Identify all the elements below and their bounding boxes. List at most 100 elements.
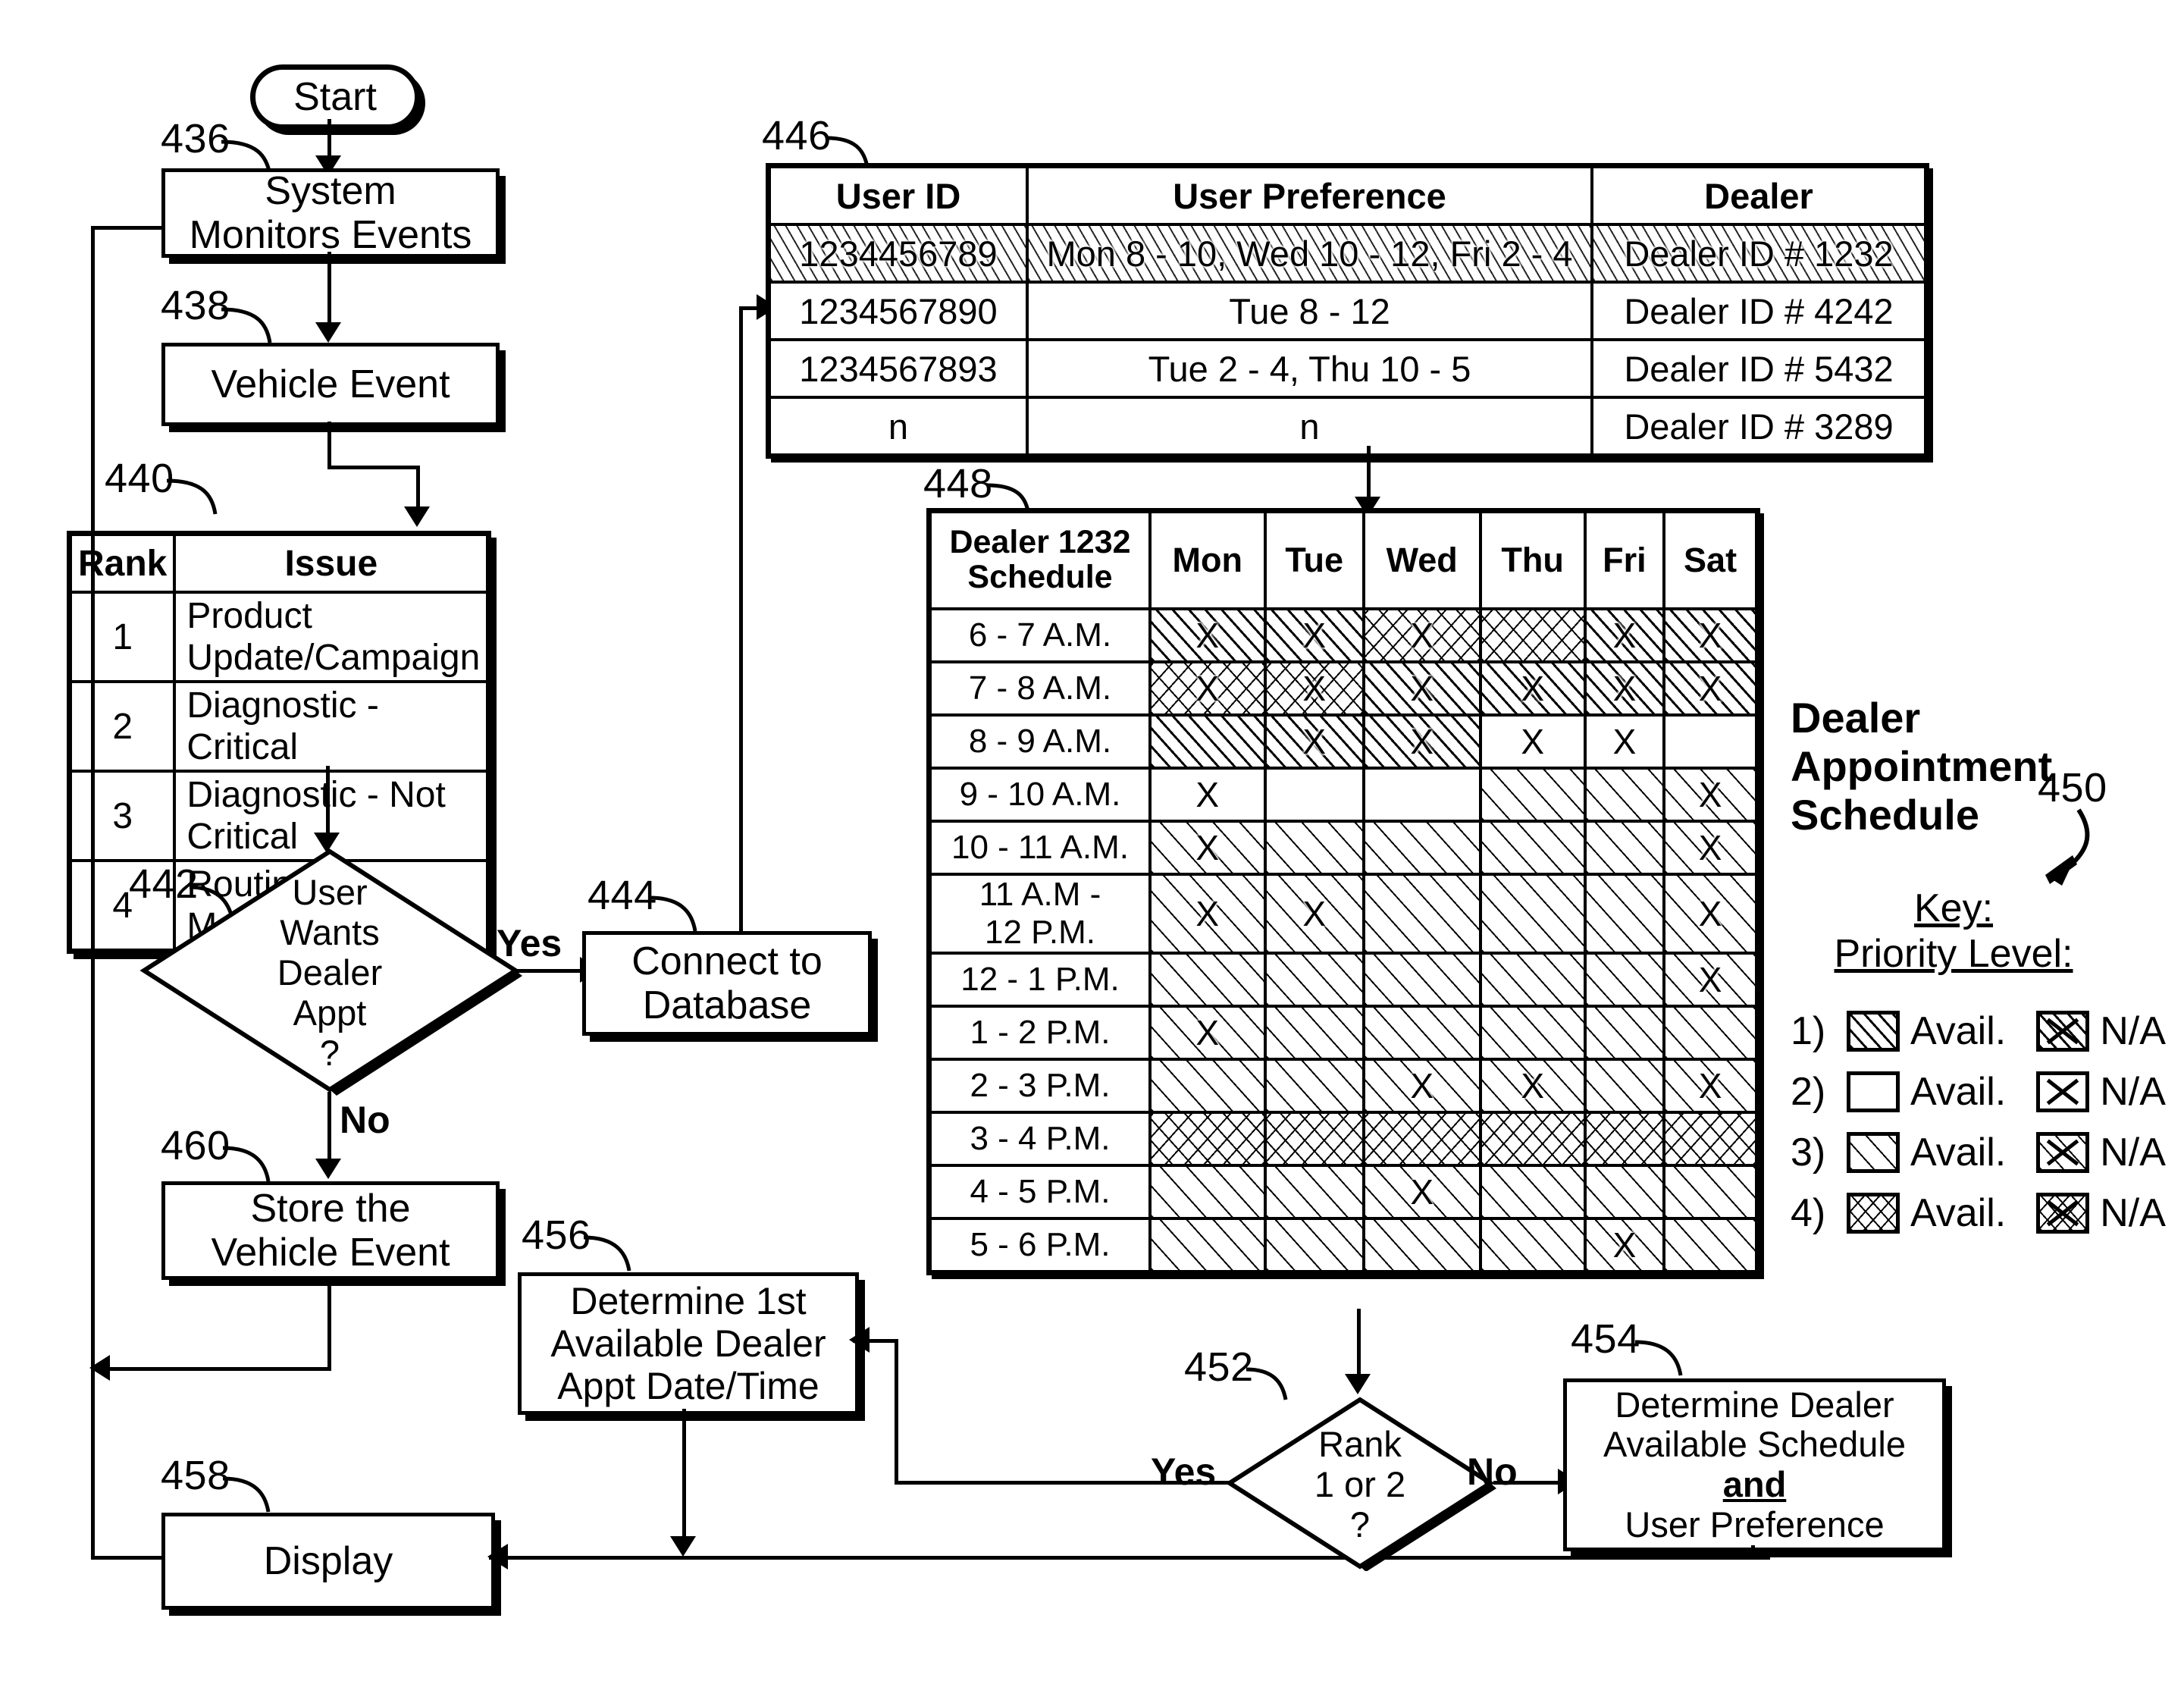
key-row-4-num: 4)	[1791, 1191, 1826, 1236]
key-title-line2: Appointment	[1791, 742, 2053, 790]
schedule-cell-mon-8[interactable]	[1148, 1058, 1267, 1114]
schedule-cell-wed-6[interactable]	[1361, 952, 1482, 1008]
schedule-cell-tue-10[interactable]	[1263, 1164, 1365, 1220]
table-row: 1234567893 Tue 2 - 4, Thu 10 - 5 Dealer …	[766, 338, 1929, 399]
schedule-cell-mon-7[interactable]: X	[1148, 1005, 1267, 1061]
node-determine-dealer-schedule-and-preference: Determine Dealer Available Schedule and …	[1563, 1378, 1946, 1551]
node-436-line2: Monitors Events	[189, 213, 472, 257]
schedule-cell-thu-3[interactable]	[1478, 767, 1587, 823]
schedule-cell-thu-5[interactable]	[1478, 873, 1587, 955]
schedule-cell-wed-8[interactable]: X	[1361, 1058, 1482, 1114]
node-determine-first-available-appt: Determine 1st Available Dealer Appt Date…	[518, 1272, 859, 1415]
schedule-cell-thu-10[interactable]	[1478, 1164, 1587, 1220]
schedule-cell-sat-4[interactable]: X	[1662, 820, 1759, 876]
schedule-cell-fri-9[interactable]	[1583, 1111, 1666, 1167]
schedule-cell-sat-5[interactable]: X	[1662, 873, 1759, 955]
schedule-cell-sat-11[interactable]	[1662, 1217, 1759, 1275]
schedule-cell-fri-7[interactable]	[1583, 1005, 1666, 1061]
ref-458: 458	[161, 1453, 230, 1498]
schedule-cell-tue-6[interactable]	[1263, 952, 1365, 1008]
schedule-cell-tue-7[interactable]	[1263, 1005, 1365, 1061]
schedule-cell-wed-0[interactable]: X	[1361, 607, 1482, 663]
schedule-cell-tue-1[interactable]: X	[1263, 660, 1365, 717]
schedule-cell-tue-8[interactable]	[1263, 1058, 1365, 1114]
unavailable-x-icon: X	[1302, 893, 1326, 933]
schedule-cell-thu-9[interactable]	[1478, 1111, 1587, 1167]
schedule-cell-wed-1[interactable]: X	[1361, 660, 1482, 717]
corner-line1: Dealer 1232	[949, 524, 1131, 561]
schedule-cell-tue-9[interactable]	[1263, 1111, 1365, 1167]
schedule-cell-sat-7[interactable]	[1662, 1005, 1759, 1061]
schedule-cell-fri-2[interactable]: X	[1583, 713, 1666, 770]
edge-label-yes-442: Yes	[497, 922, 562, 964]
swatch-avail-level-3	[1847, 1132, 1900, 1174]
schedule-time-label: 5 - 6 P.M.	[927, 1217, 1152, 1275]
schedule-cell-tue-0[interactable]: X	[1263, 607, 1365, 663]
schedule-cell-sat-10[interactable]	[1662, 1164, 1759, 1220]
schedule-cell-fri-11[interactable]: X	[1583, 1217, 1666, 1275]
user-id-cell: n	[766, 396, 1029, 458]
schedule-cell-mon-2[interactable]	[1148, 713, 1267, 770]
schedule-cell-mon-5[interactable]: X	[1148, 873, 1267, 955]
schedule-cell-tue-4[interactable]	[1263, 820, 1365, 876]
schedule-cell-sat-0[interactable]: X	[1662, 607, 1759, 663]
schedule-cell-sat-6[interactable]: X	[1662, 952, 1759, 1008]
schedule-cell-wed-9[interactable]	[1361, 1111, 1482, 1167]
schedule-cell-mon-10[interactable]	[1148, 1164, 1267, 1220]
schedule-cell-mon-9[interactable]	[1148, 1111, 1267, 1167]
leader-456	[583, 1235, 631, 1272]
schedule-cell-wed-4[interactable]	[1361, 820, 1482, 876]
schedule-cell-mon-11[interactable]	[1148, 1217, 1267, 1275]
schedule-cell-thu-7[interactable]	[1478, 1005, 1587, 1061]
decision-442-line3: Dealer	[277, 952, 383, 993]
schedule-cell-wed-11[interactable]	[1361, 1217, 1482, 1275]
connector-444-up	[739, 306, 743, 934]
schedule-cell-fri-0[interactable]: X	[1583, 607, 1666, 663]
schedule-cell-mon-4[interactable]: X	[1148, 820, 1267, 876]
schedule-cell-mon-1[interactable]: X	[1148, 660, 1267, 717]
schedule-cell-sat-8[interactable]: X	[1662, 1058, 1759, 1114]
schedule-cell-thu-6[interactable]	[1478, 952, 1587, 1008]
schedule-cell-mon-3[interactable]: X	[1148, 767, 1267, 823]
schedule-cell-wed-5[interactable]	[1361, 873, 1482, 955]
schedule-body: 6 - 7 A.M. X X X X X 7 - 8 A.M. X X X X X X 8 - 9 A.M…	[927, 607, 1759, 1275]
leader-440	[166, 478, 218, 515]
schedule-cell-thu-11[interactable]	[1478, 1217, 1587, 1275]
schedule-cell-fri-1[interactable]: X	[1583, 660, 1666, 717]
schedule-cell-wed-3[interactable]	[1361, 767, 1482, 823]
user-preference-cell: Tue 8 - 12	[1026, 281, 1593, 341]
schedule-cell-sat-3[interactable]: X	[1662, 767, 1759, 823]
schedule-cell-tue-11[interactable]	[1263, 1217, 1365, 1275]
dealer-col-header: Dealer	[1590, 164, 1929, 226]
schedule-cell-fri-6[interactable]	[1583, 952, 1666, 1008]
schedule-cell-mon-6[interactable]	[1148, 952, 1267, 1008]
user-preference-table: User ID User Preference Dealer 123445678…	[766, 163, 1929, 459]
schedule-cell-tue-5[interactable]: X	[1263, 873, 1365, 955]
ref-440: 440	[105, 456, 174, 501]
schedule-cell-wed-7[interactable]	[1361, 1005, 1482, 1061]
schedule-cell-fri-4[interactable]	[1583, 820, 1666, 876]
swatch-na-level-1	[2036, 1011, 2090, 1052]
schedule-cell-thu-1[interactable]: X	[1478, 660, 1587, 717]
schedule-cell-sat-2[interactable]	[1662, 713, 1759, 770]
schedule-cell-fri-8[interactable]	[1583, 1058, 1666, 1114]
schedule-cell-tue-3[interactable]	[1263, 767, 1365, 823]
schedule-cell-wed-10[interactable]: X	[1361, 1164, 1482, 1220]
schedule-cell-wed-2[interactable]: X	[1361, 713, 1482, 770]
key-title-line1: Dealer	[1791, 694, 1921, 742]
schedule-cell-sat-1[interactable]: X	[1662, 660, 1759, 717]
schedule-cell-fri-5[interactable]	[1583, 873, 1666, 955]
user-preference-cell: Tue 2 - 4, Thu 10 - 5	[1026, 338, 1593, 399]
decision-452-text: Rank 1 or 2 ?	[1261, 1424, 1459, 1544]
schedule-cell-tue-2[interactable]: X	[1263, 713, 1365, 770]
leader-458	[222, 1476, 271, 1513]
schedule-cell-thu-4[interactable]	[1478, 820, 1587, 876]
schedule-cell-mon-0[interactable]: X	[1148, 607, 1267, 663]
schedule-cell-thu-8[interactable]: X	[1478, 1058, 1587, 1114]
schedule-cell-thu-2[interactable]: X	[1478, 713, 1587, 770]
schedule-cell-fri-10[interactable]	[1583, 1164, 1666, 1220]
schedule-cell-thu-0[interactable]	[1478, 607, 1587, 663]
swatch-na-level-4	[2036, 1193, 2090, 1234]
schedule-cell-sat-9[interactable]	[1662, 1111, 1759, 1167]
schedule-cell-fri-3[interactable]	[1583, 767, 1666, 823]
